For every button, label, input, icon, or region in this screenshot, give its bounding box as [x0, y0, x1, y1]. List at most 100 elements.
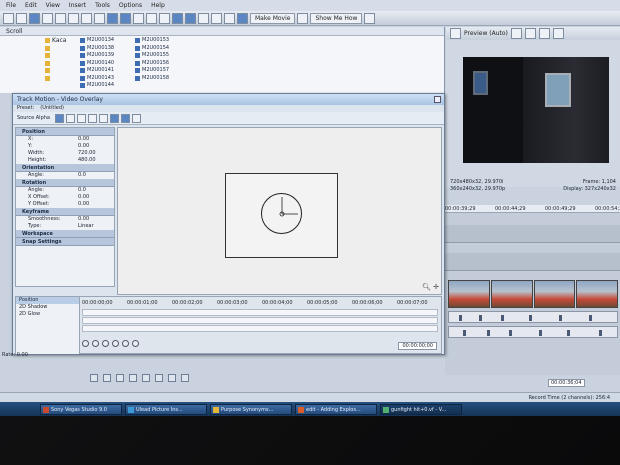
- motion-canvas[interactable]: 🔍︎ ✛: [117, 127, 442, 295]
- audio-event[interactable]: [448, 311, 618, 323]
- overlay-frame[interactable]: [225, 173, 338, 258]
- file-item[interactable]: M2U00144: [80, 82, 140, 90]
- section-orientation[interactable]: Orientation: [16, 164, 114, 172]
- lock-aspect-ratio-icon[interactable]: [109, 113, 119, 123]
- redo-icon[interactable]: [120, 12, 131, 24]
- snapping-icon[interactable]: [172, 12, 183, 24]
- cursor-timecode[interactable]: 00:00:36;04: [548, 379, 585, 387]
- playback-rate[interactable]: Rate: 0.00: [2, 352, 28, 358]
- video-track-header[interactable]: [445, 253, 620, 271]
- go-to-start-icon[interactable]: [168, 374, 176, 382]
- prevent-movement-y-icon[interactable]: [98, 113, 108, 123]
- scale-about-center-icon[interactable]: [120, 113, 130, 123]
- cut-icon[interactable]: [68, 12, 79, 24]
- menu-file[interactable]: File: [6, 2, 16, 9]
- preview-settings-icon[interactable]: [450, 28, 461, 39]
- new-icon[interactable]: [3, 12, 14, 24]
- delete-keyframe-icon[interactable]: [132, 340, 139, 347]
- save-icon[interactable]: [29, 12, 40, 24]
- taskbar-item[interactable]: edit - Adding Explos...: [295, 403, 377, 415]
- section-workspace[interactable]: Workspace: [16, 230, 114, 238]
- folder-item[interactable]: Kaca: [45, 37, 75, 45]
- kf-lane-glow[interactable]: [82, 325, 438, 332]
- prop-value[interactable]: 480.00: [78, 157, 96, 164]
- prop-value[interactable]: 0.00: [78, 136, 89, 143]
- prevent-movement-x-icon[interactable]: [87, 113, 97, 123]
- play-from-start-icon[interactable]: [116, 374, 124, 382]
- help-icon[interactable]: [364, 12, 376, 24]
- prop-value[interactable]: 0.00: [78, 201, 89, 208]
- folder-item[interactable]: [45, 52, 75, 60]
- zoom-icon[interactable]: 🔍︎: [422, 283, 431, 291]
- prop-value[interactable]: 0.0: [78, 172, 86, 179]
- loop-icon[interactable]: [103, 374, 111, 382]
- next-keyframe-icon[interactable]: [102, 340, 109, 347]
- video-event[interactable]: [448, 280, 618, 308]
- folder-item[interactable]: [45, 67, 75, 75]
- menu-insert[interactable]: Insert: [69, 2, 86, 9]
- enable-rotation-icon[interactable]: [54, 113, 64, 123]
- file-item[interactable]: M2U00139: [80, 52, 140, 60]
- video-track-header[interactable]: [445, 225, 620, 243]
- menu-view[interactable]: View: [46, 2, 60, 9]
- taskbar-item[interactable]: gunfight hit+0.vf - V...: [380, 403, 462, 415]
- close-icon[interactable]: [434, 96, 441, 103]
- folder-item[interactable]: [45, 45, 75, 53]
- play-icon[interactable]: [129, 374, 137, 382]
- prev-keyframe-icon[interactable]: [92, 340, 99, 347]
- file-item[interactable]: M2U00141: [80, 67, 140, 75]
- source-alpha-select[interactable]: Source Alpha: [17, 115, 50, 121]
- menu-help[interactable]: Help: [151, 2, 165, 9]
- prop-value[interactable]: 720.00: [78, 150, 96, 157]
- file-item[interactable]: M2U00156: [135, 60, 195, 68]
- first-keyframe-icon[interactable]: [82, 340, 89, 347]
- taskbar-item[interactable]: Sony Vegas Studio 9.0: [40, 403, 122, 415]
- edit-in-object-space-icon[interactable]: [76, 113, 86, 123]
- section-position[interactable]: Position: [16, 128, 114, 136]
- prop-value[interactable]: 0.00: [78, 216, 89, 223]
- kf-track-2d-shadow[interactable]: 2D Shadow: [16, 304, 79, 311]
- section-keyframe[interactable]: Keyframe: [16, 208, 114, 216]
- kf-lane-position[interactable]: [82, 309, 438, 316]
- envelope-tool-icon[interactable]: [146, 12, 157, 24]
- last-keyframe-icon[interactable]: [112, 340, 119, 347]
- copy-snapshot-icon[interactable]: [538, 28, 550, 39]
- pause-icon[interactable]: [142, 374, 150, 382]
- move-icon[interactable]: ✛: [433, 283, 439, 291]
- paste-icon[interactable]: [94, 12, 105, 24]
- taskbar-item[interactable]: Purpose Synonyms...: [210, 403, 292, 415]
- copy-icon[interactable]: [81, 12, 92, 24]
- file-item[interactable]: M2U00153: [135, 37, 195, 45]
- ignore-grouping-icon[interactable]: [211, 12, 222, 24]
- file-item[interactable]: M2U00155: [135, 52, 195, 60]
- prop-value[interactable]: Linear: [78, 223, 94, 230]
- enable-snapping-icon[interactable]: [65, 113, 75, 123]
- timeline-ruler[interactable]: 00:00:39;29 00:00:44;29 00:00:49;29 00:0…: [445, 205, 620, 213]
- record-icon[interactable]: [90, 374, 98, 382]
- file-item[interactable]: M2U00140: [80, 60, 140, 68]
- kf-track-position[interactable]: Position: [16, 297, 79, 304]
- prop-value[interactable]: 0.0: [78, 187, 86, 194]
- edit-tool-icon[interactable]: [133, 12, 144, 24]
- prevent-sizing-icon[interactable]: [131, 113, 141, 123]
- render-icon[interactable]: [55, 12, 66, 24]
- keyframe-ruler[interactable]: 00:00:00;00 00:00:01;00 00:00:02;00 00:0…: [82, 299, 442, 307]
- selection-tool-icon[interactable]: [159, 12, 170, 24]
- file-item[interactable]: M2U00134: [80, 37, 140, 45]
- menu-options[interactable]: Options: [119, 2, 142, 9]
- preset-select[interactable]: (Untitled): [40, 105, 64, 112]
- kf-track-2d-glow[interactable]: 2D Glow: [16, 311, 79, 318]
- crossfade-icon[interactable]: [224, 12, 235, 24]
- folder-item[interactable]: [45, 75, 75, 83]
- keyframe-time[interactable]: 00:00:00;00: [398, 342, 437, 350]
- preview-quality-select[interactable]: Preview (Auto): [464, 30, 508, 37]
- file-item[interactable]: M2U00154: [135, 45, 195, 53]
- menu-edit[interactable]: Edit: [25, 2, 37, 9]
- go-to-end-icon[interactable]: [181, 374, 189, 382]
- add-keyframe-icon[interactable]: [122, 340, 129, 347]
- stop-icon[interactable]: [155, 374, 163, 382]
- make-movie-button[interactable]: Make Movie: [250, 12, 296, 24]
- properties-icon[interactable]: [42, 12, 53, 24]
- file-item[interactable]: M2U00143: [80, 75, 140, 83]
- prop-value[interactable]: 0.00: [78, 143, 89, 150]
